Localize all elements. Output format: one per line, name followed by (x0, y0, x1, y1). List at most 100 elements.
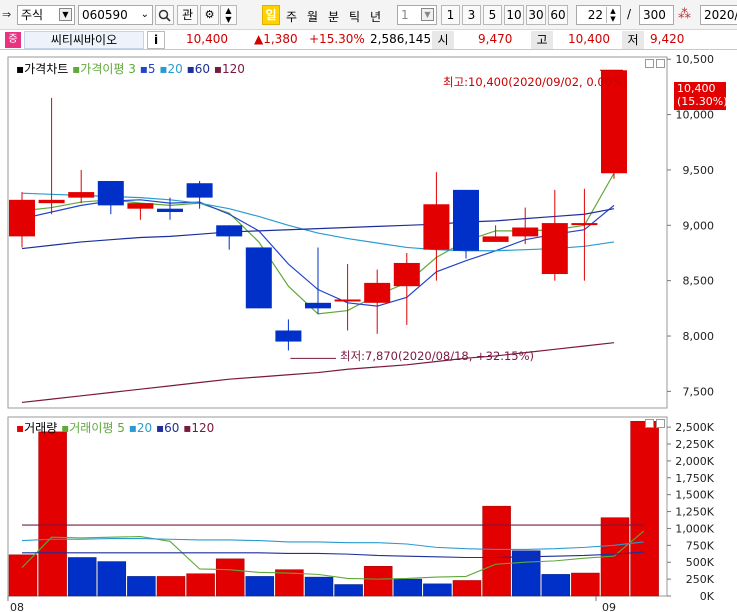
volume-bar (571, 572, 600, 597)
price-axis-label: 10,500 (676, 55, 715, 66)
candle-body (482, 236, 509, 242)
stepper-button[interactable]: ▲ ▼ (220, 5, 237, 25)
volume-pane-minimize-icon[interactable] (645, 419, 654, 428)
period-minute-button[interactable]: 분 (328, 8, 339, 25)
candle-body (68, 192, 95, 198)
period-month-button[interactable]: 월 (307, 8, 318, 25)
related-stocks-button[interactable]: ⚙ (200, 5, 219, 25)
unit-select-value: 1 (401, 8, 409, 22)
count-input[interactable]: 22 ▲ ▼ (576, 5, 621, 25)
candle-body (245, 247, 272, 309)
volume-axis-label: 250K (686, 573, 715, 586)
chevron-down-icon[interactable]: ▼ (59, 8, 72, 21)
volume-bar (67, 557, 97, 597)
minute-10-button[interactable]: 10 (504, 5, 524, 25)
date-input[interactable]: 2020/0 (700, 5, 737, 25)
minute-3-button[interactable]: 3 (462, 5, 481, 25)
chart-area[interactable]: 10,500 10,000 9,500 9,000 8,500 8,000 7,500 2,… (0, 55, 737, 612)
volume-bar (304, 576, 334, 597)
candle-body (364, 282, 391, 303)
candle-body (38, 199, 65, 204)
volume-axis-label: 2,000K (675, 455, 714, 468)
count-separator: / (627, 7, 632, 21)
info-button[interactable]: i (147, 31, 165, 49)
price-axis-label: 9,000 (683, 219, 715, 232)
price-ma-label: 가격이평 (80, 62, 125, 76)
minute-30-button[interactable]: 30 (526, 5, 546, 25)
market-select[interactable]: 주식 ▼ (17, 5, 75, 25)
price-ma-3: 3 (128, 62, 136, 76)
volume-ma-60: 60 (164, 421, 180, 435)
search-button[interactable] (155, 5, 174, 25)
stock-code-input[interactable]: 060590 ⌄ (78, 5, 153, 25)
chevron-down-icon[interactable]: ▼ (421, 8, 434, 21)
volume-ma-label: 거래이평 (69, 421, 114, 435)
price-legend: ▪가격차트 ▪가격이평 3 ▪5 ▪20 ▪60 ▪120 (16, 62, 245, 76)
minute-5-button[interactable]: 5 (483, 5, 502, 25)
period-week-button[interactable]: 주 (286, 8, 297, 25)
main-toolbar: ⇒ 주식 ▼ 060590 ⌄ 관 ⚙ ▲ ▼ 일 주 월 분 틱 년 1 ▼ 1… (0, 0, 737, 30)
low-label: 저 (622, 31, 644, 49)
volume-bar (630, 421, 659, 597)
volume-ma-120: 120 (191, 421, 215, 435)
x-axis-label: 09 (602, 601, 616, 612)
link-arrow-icon[interactable]: ⇒ (2, 8, 15, 21)
search-icon (158, 9, 171, 22)
volume-bar (452, 580, 482, 597)
volume-bar (8, 554, 38, 597)
period-day-button[interactable]: 일 (262, 5, 280, 25)
price-ma-5: 5 (147, 62, 156, 76)
price-axis-label: 8,500 (683, 275, 715, 288)
candle-body (127, 203, 154, 209)
candle-body (305, 302, 331, 309)
volume-ma-20: 20 (136, 421, 153, 435)
high-price: 10,400 (568, 32, 610, 46)
volume-axis-label: 0K (700, 590, 715, 603)
volume-bar (334, 584, 363, 597)
candle-body (541, 223, 568, 275)
period-tick-button[interactable]: 틱 (349, 8, 360, 25)
candle-body (9, 199, 35, 237)
last-price-tag: 10,400 (15.30%) (674, 82, 728, 110)
price-axis-label: 8,000 (683, 330, 715, 343)
volume-legend: ▪거래량 ▪거래이평 5 ▪20 ▪60 ▪120 (16, 421, 215, 435)
count-value: 22 (587, 8, 603, 22)
price-ma-20: 20 (167, 62, 183, 76)
total-count-field[interactable]: 300 (639, 5, 674, 25)
candle-body (393, 262, 420, 287)
stock-name[interactable]: 씨티씨바이오 (24, 31, 144, 49)
volume-bar (38, 431, 67, 597)
volume-bar (363, 566, 393, 597)
price-ma-60: 60 (194, 62, 211, 76)
minute-60-button[interactable]: 60 (548, 5, 568, 25)
minute-1-button[interactable]: 1 (441, 5, 460, 25)
low-price: 9,420 (650, 32, 685, 46)
candle-body (186, 183, 213, 198)
last-rate-value: (15.30%) (677, 95, 728, 108)
low-annotation: 최저:7,870(2020/08/18, +32.15%) (340, 349, 535, 363)
price-pane-close-icon[interactable] (656, 59, 665, 68)
candle-body (453, 189, 479, 251)
unit-select[interactable]: 1 ▼ (397, 5, 437, 25)
candle-body (275, 330, 302, 342)
chevron-down-icon[interactable]: ⌄ (141, 6, 149, 24)
price-legend-label: 가격차트 (24, 62, 69, 76)
price-axis-label: 9,500 (683, 164, 715, 177)
price-axis-label: 7,500 (683, 385, 715, 398)
candle-body (512, 227, 539, 237)
price-pane-minimize-icon[interactable] (645, 59, 654, 68)
volume-bar (215, 558, 245, 597)
period-year-button[interactable]: 년 (370, 8, 381, 25)
candle-body (571, 223, 598, 226)
watch-button[interactable]: 관 (177, 5, 198, 25)
grid-icon[interactable]: ⁂ (678, 7, 694, 23)
open-price: 9,470 (478, 32, 513, 46)
volume-axis-label: 500K (686, 556, 715, 569)
volume-pane-close-icon[interactable] (656, 419, 665, 428)
volume-axis-label: 1,000K (675, 522, 714, 535)
count-stepper[interactable]: ▲ ▼ (606, 7, 619, 23)
volume-bar (156, 576, 186, 597)
last-price-value: 10,400 (677, 82, 716, 95)
volume-bar (423, 583, 452, 597)
volume-bar (245, 576, 275, 597)
